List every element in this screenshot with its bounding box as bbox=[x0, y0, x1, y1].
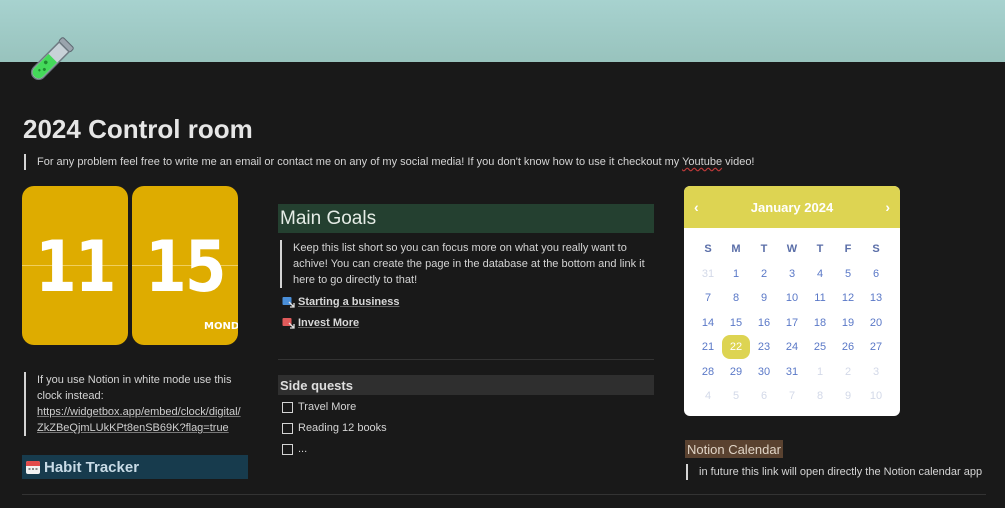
calendar-day[interactable]: 5 bbox=[722, 384, 750, 408]
calendar-weekday: W bbox=[786, 243, 798, 255]
calendar-day[interactable]: 13 bbox=[862, 286, 890, 310]
todo-label: Travel More bbox=[298, 401, 357, 413]
todo-item[interactable]: Travel More bbox=[282, 401, 356, 413]
todo-label: ... bbox=[298, 443, 308, 455]
calendar-day[interactable]: 15 bbox=[722, 311, 750, 335]
clock-note-text: If you use Notion in white mode use this… bbox=[37, 374, 232, 402]
calendar-widget: ‹ January 2024 › S M T W T F S 31 1 2 3 4 5 6 7 8 9 10 11 1… bbox=[684, 186, 900, 416]
bottom-divider bbox=[22, 494, 986, 495]
calendar-weekday: M bbox=[731, 243, 741, 255]
calendar-day[interactable]: 31 bbox=[778, 360, 806, 384]
todo-checkbox[interactable] bbox=[282, 422, 293, 434]
page-cover[interactable] bbox=[0, 0, 1005, 62]
calendar-day[interactable]: 17 bbox=[778, 311, 806, 335]
page-link-icon bbox=[282, 318, 295, 329]
calendar-weekday: T bbox=[816, 243, 824, 255]
calendar-day[interactable]: 21 bbox=[694, 335, 722, 359]
calendar-day[interactable]: 19 bbox=[834, 311, 862, 335]
calendar-day[interactable]: 11 bbox=[806, 286, 834, 310]
calendar-month-label: January 2024 bbox=[750, 199, 834, 215]
calendar-day[interactable]: 10 bbox=[862, 384, 890, 408]
clock-note: If you use Notion in white mode use this… bbox=[24, 372, 243, 436]
calendar-day[interactable]: 30 bbox=[750, 360, 778, 384]
calendar-day[interactable]: 4 bbox=[806, 262, 834, 286]
calendar-day[interactable]: 27 bbox=[862, 335, 890, 359]
clock-hours: 11 bbox=[35, 226, 116, 308]
clock-url-link[interactable]: https://widgetbox.app/embed/clock/digita… bbox=[37, 406, 241, 434]
side-quests-heading: Side quests bbox=[278, 375, 654, 395]
calendar-day[interactable]: 8 bbox=[806, 384, 834, 408]
calendar-day[interactable]: 5 bbox=[834, 262, 862, 286]
calendar-weekday: S bbox=[872, 243, 880, 255]
calendar-day[interactable]: 18 bbox=[806, 311, 834, 335]
calendar-day[interactable]: 20 bbox=[862, 311, 890, 335]
calendar-day[interactable]: 16 bbox=[750, 311, 778, 335]
calendar-weekday: T bbox=[760, 243, 768, 255]
goal-link-label: Starting a business bbox=[298, 295, 400, 308]
divider bbox=[278, 359, 654, 360]
calendar-day[interactable]: 12 bbox=[834, 286, 862, 310]
todo-label: Reading 12 books bbox=[298, 422, 387, 434]
calendar-day[interactable]: 4 bbox=[694, 384, 722, 408]
calendar-day[interactable]: 2 bbox=[750, 262, 778, 286]
calendar-day[interactable]: 2 bbox=[834, 360, 862, 384]
calendar-day[interactable]: 29 bbox=[722, 360, 750, 384]
calendar-day[interactable]: 25 bbox=[806, 335, 834, 359]
calendar-day[interactable]: 22 bbox=[722, 335, 750, 360]
calendar-day[interactable]: 8 bbox=[722, 286, 750, 310]
notion-calendar-link[interactable]: Notion Calendar bbox=[685, 440, 783, 458]
page-title: 2024 Control room bbox=[23, 114, 253, 144]
intro-callout: For any problem feel free to write me an… bbox=[24, 154, 977, 170]
todo-checkbox[interactable] bbox=[282, 401, 293, 413]
calendar-day[interactable]: 9 bbox=[834, 384, 862, 408]
calendar-day[interactable]: 7 bbox=[694, 286, 722, 310]
calendar-day[interactable]: 26 bbox=[834, 335, 862, 359]
calendar-day[interactable]: 1 bbox=[806, 360, 834, 384]
calendar-next-button[interactable]: › bbox=[885, 199, 890, 215]
todo-checkbox[interactable] bbox=[282, 443, 293, 455]
habit-tracker-link[interactable]: Habit Tracker bbox=[22, 455, 248, 479]
calendar-day[interactable]: 6 bbox=[750, 384, 778, 408]
calendar-day[interactable]: 7 bbox=[778, 384, 806, 408]
calendar-day[interactable]: 1 bbox=[722, 262, 750, 286]
calendar-day[interactable]: 3 bbox=[862, 360, 890, 384]
calendar-icon bbox=[26, 461, 40, 474]
test-tube-icon[interactable] bbox=[22, 33, 78, 89]
goal-link-starting-business[interactable]: Starting a business bbox=[282, 295, 399, 308]
intro-text: For any problem feel free to write me an… bbox=[37, 156, 683, 168]
calendar-weekday: F bbox=[844, 243, 852, 255]
calendar-day[interactable]: 9 bbox=[750, 286, 778, 310]
clock-minutes-card: 15 MONDAY bbox=[132, 186, 238, 345]
youtube-link[interactable]: Youtube bbox=[682, 156, 722, 168]
todo-item[interactable]: Reading 12 books bbox=[282, 422, 387, 434]
calendar-day[interactable]: 24 bbox=[778, 335, 806, 359]
todo-item[interactable]: ... bbox=[282, 443, 307, 455]
clock-hours-card: 11 bbox=[22, 186, 128, 345]
habit-tracker-label: Habit Tracker bbox=[44, 458, 140, 476]
calendar-day[interactable]: 31 bbox=[694, 262, 722, 286]
calendar-day[interactable]: 14 bbox=[694, 311, 722, 335]
notion-calendar-note: in future this link will open directly t… bbox=[686, 464, 999, 480]
goal-link-label: Invest More bbox=[298, 316, 360, 329]
main-goals-heading: Main Goals bbox=[278, 204, 654, 233]
calendar-prev-button[interactable]: ‹ bbox=[694, 199, 699, 215]
calendar-day[interactable]: 6 bbox=[862, 262, 890, 286]
calendar-day[interactable]: 23 bbox=[750, 335, 778, 359]
clock-minutes: 15 bbox=[145, 226, 226, 308]
goal-link-invest-more[interactable]: Invest More bbox=[282, 316, 359, 329]
intro-end: video! bbox=[722, 156, 755, 168]
calendar-weekday: S bbox=[704, 243, 712, 255]
page-link-icon bbox=[282, 297, 295, 308]
calendar-header: ‹ January 2024 › bbox=[684, 186, 900, 228]
clock-day: MONDAY bbox=[204, 321, 238, 332]
calendar-day[interactable]: 28 bbox=[694, 360, 722, 384]
calendar-day[interactable]: 3 bbox=[778, 262, 806, 286]
calendar-day[interactable]: 10 bbox=[778, 286, 806, 310]
main-goals-description: Keep this list short so you can focus mo… bbox=[280, 240, 663, 288]
